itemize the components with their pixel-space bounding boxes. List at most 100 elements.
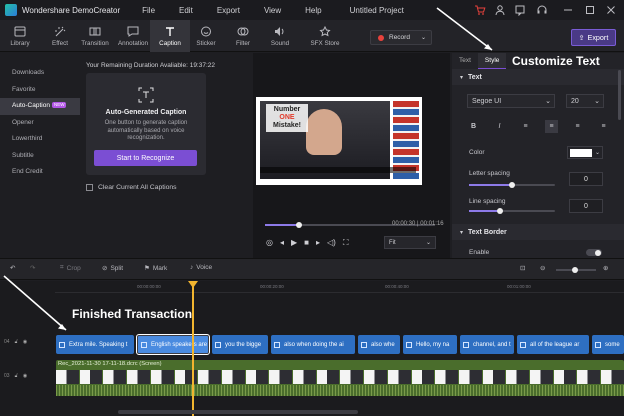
- align-justify-icon[interactable]: ≡: [597, 120, 610, 133]
- nav-item-favorite[interactable]: Favorite: [0, 82, 80, 99]
- cart-icon[interactable]: [474, 4, 486, 16]
- export-button[interactable]: ⇪ Export: [571, 29, 616, 46]
- zoom-value: Fit: [389, 239, 396, 246]
- align-right-icon[interactable]: ≡: [571, 120, 584, 133]
- menu-export[interactable]: Export: [217, 6, 240, 15]
- nav-item-end-credit[interactable]: End Credit: [0, 164, 80, 181]
- zoom-in-icon[interactable]: ⊕: [603, 264, 608, 272]
- tool-label: SFX Store: [310, 40, 340, 47]
- step-back-icon[interactable]: ◂: [280, 238, 284, 248]
- menu-view[interactable]: View: [264, 6, 281, 15]
- chevron-down-icon: ⌄: [594, 98, 600, 105]
- stop-icon[interactable]: ■: [304, 238, 309, 248]
- tool-transition[interactable]: Transition: [75, 20, 115, 52]
- chevron-down-icon: ⌄: [594, 150, 600, 156]
- caption-clip[interactable]: Hello, my na: [403, 335, 457, 354]
- crop-button[interactable]: ⌗ Crop: [60, 264, 81, 272]
- menu-help[interactable]: Help: [305, 6, 321, 15]
- line-spacing-input[interactable]: 0: [569, 199, 603, 213]
- lock-icon[interactable]: 🔓︎: [15, 373, 18, 379]
- redo-icon[interactable]: ↷: [30, 264, 35, 272]
- caption-clip[interactable]: some: [592, 335, 624, 354]
- preview-video-frame[interactable]: Number ONE Mistake!: [256, 97, 422, 185]
- playhead-handle[interactable]: [188, 281, 198, 288]
- screenshot-icon[interactable]: ◎: [266, 238, 273, 248]
- line-spacing-knob[interactable]: [497, 208, 503, 214]
- italic-icon[interactable]: I: [493, 120, 506, 133]
- caption-clip[interactable]: also when doing the ai: [271, 335, 355, 354]
- zoom-out-icon[interactable]: ⊖: [540, 264, 545, 272]
- timeline-ruler[interactable]: 00:00:00:00 00:00:20:00 00:00:40:00 00:0…: [55, 281, 624, 293]
- properties-scrollbar[interactable]: [618, 70, 621, 120]
- lock-icon[interactable]: 🔓︎: [15, 339, 18, 345]
- fullscreen-icon[interactable]: ⛶: [343, 238, 349, 248]
- nav-item-auto-caption[interactable]: Auto-Caption NEW: [0, 98, 80, 115]
- visibility-icon[interactable]: ◉: [23, 373, 27, 379]
- minimize-icon[interactable]: [562, 4, 574, 16]
- support-icon[interactable]: [536, 4, 548, 16]
- caption-clip[interactable]: all of the league ar: [517, 335, 589, 354]
- tool-sfx-store[interactable]: SFX Store: [303, 20, 347, 52]
- enable-toggle[interactable]: [586, 249, 602, 256]
- nav-item-subtitle[interactable]: Subtitle: [0, 148, 80, 165]
- tool-sticker[interactable]: Sticker: [186, 20, 226, 52]
- tool-effect[interactable]: Effect: [40, 20, 80, 52]
- tool-annotation[interactable]: Annotation: [113, 20, 153, 52]
- undo-icon[interactable]: ↶: [10, 264, 15, 272]
- tool-library[interactable]: Library: [0, 20, 40, 52]
- timeline-scrollbar[interactable]: [118, 410, 358, 414]
- clear-captions-option[interactable]: Clear Current All Captions: [86, 184, 177, 191]
- font-size-select[interactable]: 20 ⌄: [566, 94, 604, 108]
- caption-clip-text: also when doing the ai: [284, 341, 344, 348]
- start-recognize-button[interactable]: Start to Recognize: [94, 150, 197, 166]
- caption-clip[interactable]: also whe: [358, 335, 400, 354]
- maximize-icon[interactable]: [584, 4, 596, 16]
- align-left-icon[interactable]: ≡: [519, 120, 532, 133]
- caption-clip[interactable]: channel, and t: [460, 335, 514, 354]
- timeline-zoom-slider[interactable]: [556, 267, 596, 273]
- step-forward-icon[interactable]: ▸: [316, 238, 320, 248]
- voice-button[interactable]: ♪ Voice: [190, 264, 212, 271]
- caption-clip[interactable]: you the bigge: [212, 335, 268, 354]
- bold-icon[interactable]: B: [467, 120, 480, 133]
- letter-spacing-input[interactable]: 0: [569, 172, 603, 186]
- menu-file[interactable]: File: [142, 6, 155, 15]
- caption-clip-icon: [361, 341, 367, 348]
- nav-item-downloads[interactable]: Downloads: [0, 65, 80, 82]
- timeline-zoom-knob[interactable]: [572, 267, 578, 273]
- record-button[interactable]: Record ⌄: [370, 30, 432, 45]
- notification-icon[interactable]: [514, 4, 526, 16]
- font-family-select[interactable]: Segoe UI ⌄: [467, 94, 555, 108]
- letter-spacing-slider[interactable]: [469, 182, 555, 188]
- close-icon[interactable]: [605, 4, 617, 16]
- tab-text[interactable]: Text: [452, 53, 478, 69]
- playhead[interactable]: [192, 281, 194, 416]
- mark-button[interactable]: ⚑ Mark: [144, 264, 167, 273]
- nav-item-lowerthird[interactable]: Lowerthird: [0, 131, 80, 148]
- clear-captions-checkbox[interactable]: [86, 184, 93, 191]
- playback-progress-knob[interactable]: [296, 222, 302, 228]
- tab-style[interactable]: Style: [477, 53, 507, 69]
- fit-timeline-icon[interactable]: ⊡: [520, 264, 525, 272]
- tool-caption[interactable]: Caption: [150, 20, 190, 52]
- font-size-value: 20: [571, 97, 579, 105]
- text-border-section-header[interactable]: ▾ Text Border: [452, 224, 624, 240]
- align-center-icon[interactable]: ≡: [545, 120, 558, 133]
- nav-item-opener[interactable]: Opener: [0, 115, 80, 132]
- color-picker[interactable]: ⌄: [567, 146, 603, 159]
- menu-edit[interactable]: Edit: [179, 6, 193, 15]
- letter-spacing-knob[interactable]: [509, 182, 515, 188]
- line-spacing-slider[interactable]: [469, 208, 555, 214]
- split-button[interactable]: ⊘ Split: [102, 264, 123, 273]
- tool-sound[interactable]: Sound: [260, 20, 300, 52]
- zoom-select[interactable]: Fit ⌄: [384, 236, 436, 249]
- visibility-icon[interactable]: ◉: [23, 339, 27, 345]
- tool-filter[interactable]: Filter: [223, 20, 263, 52]
- caption-clip-icon: [595, 341, 601, 348]
- play-icon[interactable]: ▶: [291, 238, 297, 248]
- account-icon[interactable]: [494, 4, 506, 16]
- caption-clip[interactable]: Extra mile. Speaking t: [56, 335, 134, 354]
- caption-clip[interactable]: English speakers are: [136, 334, 210, 355]
- volume-icon[interactable]: ◁): [327, 238, 336, 248]
- text-section-header[interactable]: ▾ Text: [452, 69, 624, 85]
